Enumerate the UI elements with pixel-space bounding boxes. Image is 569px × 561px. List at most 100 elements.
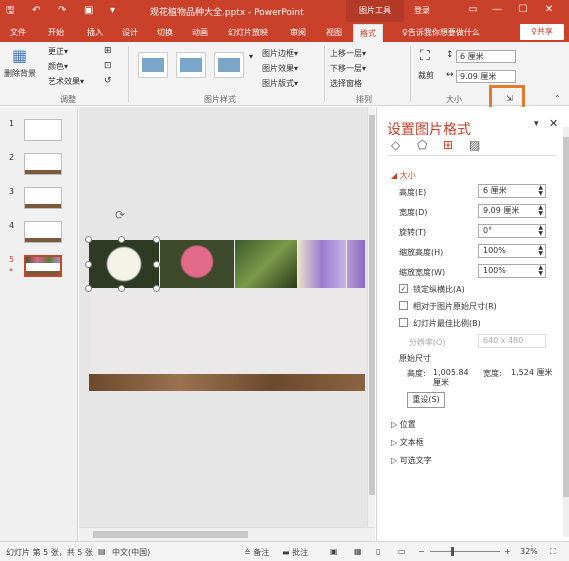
zoom-slider[interactable] (430, 551, 500, 552)
height-spinner[interactable]: 6 厘米 ▲ ▼ (478, 184, 546, 198)
slideshow-view-icon[interactable]: ▭ (398, 547, 406, 556)
canvas-vertical-scrollbar[interactable] (367, 107, 375, 527)
language-status[interactable]: 中文(中国) (112, 547, 150, 558)
picture-style-2[interactable] (176, 52, 206, 78)
tab-animations[interactable]: 动画 (192, 27, 208, 38)
reset-button[interactable]: 重设(S) (407, 392, 445, 408)
login-link[interactable]: 登录 (414, 5, 430, 16)
resize-handle[interactable] (153, 236, 160, 243)
relative-size-checkbox[interactable] (399, 301, 408, 310)
change-picture-icon[interactable]: ⊡ (104, 61, 112, 71)
flower-photo-purple[interactable] (347, 240, 365, 288)
customize-icon[interactable]: ▾ (110, 4, 115, 18)
picture-border-button[interactable]: 图片边框▾ (262, 48, 298, 59)
resize-handle[interactable] (85, 261, 92, 268)
tab-transitions[interactable]: 切换 (157, 27, 173, 38)
selection-pane-button[interactable]: 选择窗格 (330, 78, 362, 89)
resize-handle[interactable] (118, 285, 125, 292)
picture-layout-button[interactable]: 图片版式▾ (262, 78, 298, 89)
slide-thumbnail-5[interactable] (24, 255, 62, 277)
reading-view-icon[interactable]: ▯ (376, 547, 380, 556)
pane-options-icon[interactable]: ▾ (534, 119, 539, 129)
tab-slideshow[interactable]: 幻灯片放映 (228, 27, 268, 38)
slide-thumbnail-4[interactable] (24, 221, 62, 243)
tab-design[interactable]: 设计 (122, 27, 138, 38)
slide-thumbnail-1[interactable] (24, 119, 62, 141)
zoom-out-icon[interactable]: − (418, 547, 425, 556)
scale-width-spinner[interactable]: 100% ▲ ▼ (478, 264, 546, 278)
flower-photo-pink[interactable] (160, 240, 234, 288)
remove-background-button[interactable]: 删除背景 (4, 68, 36, 79)
resize-handle[interactable] (153, 285, 160, 292)
resize-handle[interactable] (85, 285, 92, 292)
close-pane-icon[interactable]: ✕ (549, 117, 558, 130)
fill-line-icon[interactable]: ◇ (391, 138, 400, 152)
rotation-spinner[interactable]: 0° ▲ ▼ (478, 224, 546, 238)
resize-handle[interactable] (153, 261, 160, 268)
picture-icon[interactable]: ▨ (469, 138, 480, 152)
section-textbox[interactable]: ▷ 文本框 (391, 437, 424, 448)
flower-photo-green[interactable] (235, 240, 297, 288)
tab-file[interactable]: 文件 (10, 27, 26, 38)
width-input[interactable]: 9.09 厘米 (456, 70, 516, 83)
maximize-icon[interactable]: ☐ (516, 3, 530, 17)
zoom-in-icon[interactable]: + (504, 547, 511, 556)
best-scale-checkbox[interactable] (399, 318, 408, 327)
gallery-more-icon[interactable]: ▾ (249, 52, 253, 61)
resize-handle[interactable] (85, 236, 92, 243)
flower-photo-hyacinth[interactable] (298, 240, 346, 288)
section-size[interactable]: ◢ 大小 (391, 170, 416, 181)
effects-icon[interactable]: ⬠ (417, 138, 427, 152)
section-position[interactable]: ▷ 位置 (391, 419, 416, 430)
section-alt-text[interactable]: ▷ 可选文字 (391, 455, 432, 466)
zoom-level[interactable]: 32% (520, 547, 538, 556)
current-slide[interactable] (89, 240, 365, 391)
art-effects-button[interactable]: 艺术效果▾ (48, 76, 84, 87)
normal-view-icon[interactable]: ▣ (330, 547, 338, 556)
notes-button[interactable]: ≙ 备注 (244, 547, 269, 558)
flower-photo-white[interactable] (89, 240, 159, 288)
fit-slide-icon[interactable]: ⛶ (550, 547, 556, 557)
resize-handle[interactable] (118, 236, 125, 243)
canvas-horizontal-scrollbar[interactable] (79, 527, 375, 541)
correct-button[interactable]: 更正▾ (48, 46, 68, 57)
tab-review[interactable]: 审阅 (290, 27, 306, 38)
undo-icon[interactable]: ↶ (32, 4, 40, 18)
ribbon-options-icon[interactable]: ▭ (466, 3, 480, 17)
spellcheck-icon[interactable]: ▤ (98, 547, 106, 556)
zoom-slider-thumb[interactable] (451, 547, 454, 556)
picture-style-3[interactable] (214, 52, 244, 78)
comments-button[interactable]: ▬ 批注 (282, 547, 308, 558)
color-button[interactable]: 颜色▾ (48, 61, 68, 72)
crop-button[interactable]: 裁剪 (418, 70, 434, 81)
slide-thumbnail-2[interactable] (24, 153, 62, 175)
group-adjust-label: 调整 (60, 95, 76, 104)
start-icon[interactable]: ▣ (84, 4, 93, 18)
save-icon[interactable]: 🖫 (6, 4, 15, 18)
tab-insert[interactable]: 插入 (87, 27, 103, 38)
tab-format[interactable]: 格式 (353, 24, 383, 42)
send-backward-button[interactable]: 下移一层▾ (330, 63, 366, 74)
tab-view[interactable]: 视图 (326, 27, 342, 38)
tell-me-search[interactable]: ♀告诉我你想要做什么 (402, 27, 480, 38)
minimize-icon[interactable]: — (490, 3, 504, 17)
rotate-handle-icon[interactable]: ⟳ (115, 208, 125, 222)
pane-scrollbar[interactable] (563, 127, 569, 537)
slide-thumbnail-3[interactable] (24, 187, 62, 209)
slide-sorter-icon[interactable]: ▦ (354, 547, 362, 556)
share-button[interactable]: ♀共享 (520, 24, 564, 40)
compress-icon[interactable]: ⊞ (104, 46, 112, 56)
width-spinner[interactable]: 9.09 厘米 ▲ ▼ (478, 204, 546, 218)
scale-height-spinner[interactable]: 100% ▲ ▼ (478, 244, 546, 258)
bring-forward-button[interactable]: 上移一层▾ (330, 48, 366, 59)
close-icon[interactable]: ✕ (542, 3, 556, 17)
reset-picture-icon[interactable]: ↺ (104, 76, 112, 86)
lock-aspect-checkbox[interactable]: ✓ (399, 284, 408, 293)
tab-home[interactable]: 开始 (48, 27, 64, 38)
size-properties-icon[interactable]: ⊞ (443, 138, 453, 152)
picture-style-1[interactable] (138, 52, 168, 78)
redo-icon[interactable]: ↷ (58, 4, 66, 18)
picture-effects-button[interactable]: 图片效果▾ (262, 63, 298, 74)
collapse-ribbon-icon[interactable]: ⌃ (554, 94, 561, 103)
height-input[interactable]: 6 厘米 (456, 50, 516, 63)
